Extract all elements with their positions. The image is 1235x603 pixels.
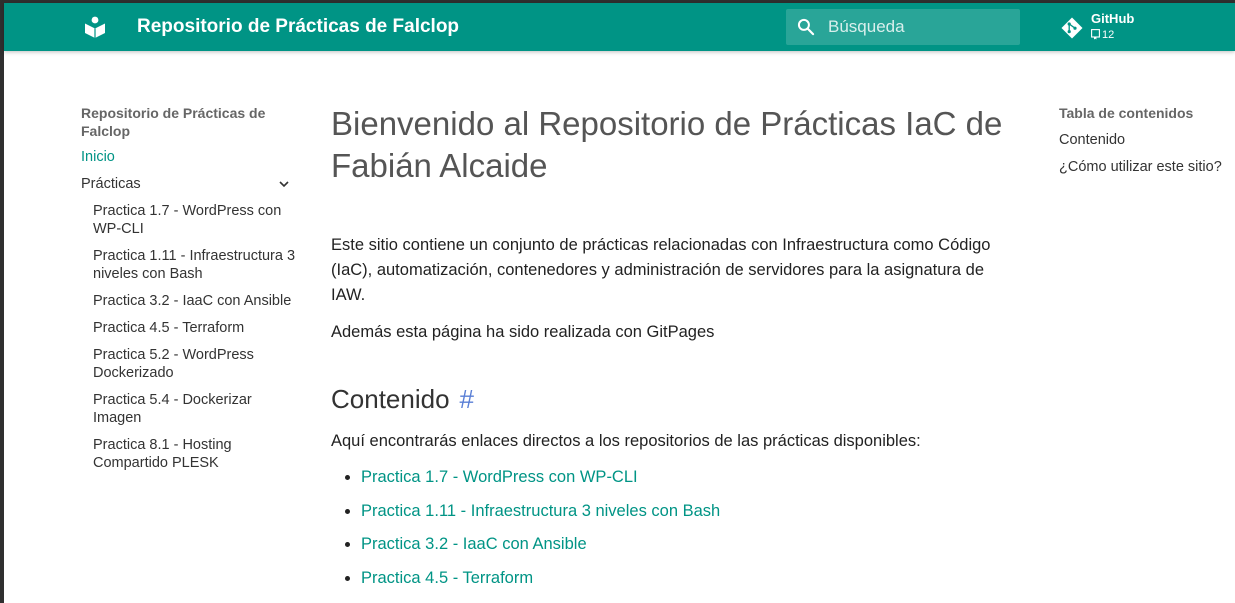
practice-link-3-2[interactable]: Practica 3.2 - IaaC con Ansible (361, 535, 587, 553)
gitpages-note: Además esta página ha sido realizada con… (331, 323, 715, 341)
sidebar-section-label: Prácticas (81, 176, 141, 192)
practice-link-1-11[interactable]: Practica 1.11 - Infraestructura 3 nivele… (361, 502, 720, 520)
repo-count: 12 (1102, 29, 1115, 41)
search-icon (797, 18, 815, 36)
intro-paragraph: Este sitio contiene un conjunto de práct… (331, 236, 991, 304)
section-heading-text: Contenido (331, 384, 450, 414)
window-left-border (0, 0, 4, 603)
list-item: Practica 1.7 - WordPress con WP-CLI (361, 466, 1011, 488)
git-icon (1061, 17, 1083, 39)
sidebar-item-practica-1-7[interactable]: Practica 1.7 - WordPress con WP-CLI (93, 202, 296, 238)
toc-title: Tabla de contenidos (1059, 105, 1194, 121)
github-repo-link[interactable]: GitHub 12 (1060, 9, 1210, 45)
sidebar-item-practica-5-2[interactable]: Practica 5.2 - WordPress Dockerizado (93, 346, 296, 382)
search-box[interactable] (786, 9, 1020, 45)
section-heading-contenido: Contenido # (331, 383, 1011, 415)
repo-stats: 12 (1091, 29, 1114, 41)
list-item: Practica 1.11 - Infraestructura 3 nivele… (361, 500, 1011, 522)
toc-item-contenido[interactable]: Contenido (1059, 131, 1235, 149)
sidebar-item-practica-1-11[interactable]: Practica 1.11 - Infraestructura 3 nivele… (93, 247, 296, 283)
sidebar-item-practica-8-1[interactable]: Practica 8.1 - Hosting Compartido PLESK (93, 436, 296, 472)
sidebar-item-home[interactable]: Inicio (81, 148, 296, 166)
chevron-down-icon (279, 181, 289, 188)
site-header: Repositorio de Prácticas de Falclop GitH… (4, 3, 1235, 51)
sidebar-item-practica-3-2[interactable]: Practica 3.2 - IaaC con Ansible (93, 292, 296, 310)
sidebar-section-practicas[interactable]: Prácticas (81, 175, 296, 193)
section-intro: Aquí encontrarás enlaces directos a los … (331, 432, 921, 450)
site-title[interactable]: Repositorio de Prácticas de Falclop (137, 16, 459, 38)
main-content: Bienvenido al Repositorio de Prácticas I… (331, 103, 1011, 600)
sidebar-subitems: Practica 1.7 - WordPress con WP-CLI Prac… (81, 202, 296, 472)
practice-link-list: Practica 1.7 - WordPress con WP-CLI Prac… (331, 466, 1011, 589)
logo-icon[interactable] (84, 16, 106, 38)
table-of-contents: Tabla de contenidos Contenido ¿Cómo util… (1059, 104, 1235, 185)
repo-icon (1091, 29, 1100, 40)
sidebar-nav: Repositorio de Prácticas de Falclop Inic… (81, 104, 296, 481)
list-item: Practica 3.2 - IaaC con Ansible (361, 533, 1011, 555)
sidebar-item-practica-4-5[interactable]: Practica 4.5 - Terraform (93, 319, 296, 337)
search-input[interactable] (828, 9, 1013, 45)
practice-link-4-5[interactable]: Practica 4.5 - Terraform (361, 569, 533, 587)
sidebar-title: Repositorio de Prácticas de Falclop (81, 105, 266, 139)
toc-item-como-utilizar[interactable]: ¿Cómo utilizar este sitio? (1059, 158, 1235, 176)
list-item: Practica 4.5 - Terraform (361, 567, 1011, 589)
page-title: Bienvenido al Repositorio de Prácticas I… (331, 105, 1003, 184)
practice-link-1-7[interactable]: Practica 1.7 - WordPress con WP-CLI (361, 468, 638, 486)
repo-name: GitHub (1091, 11, 1135, 26)
heading-anchor-link[interactable]: # (460, 384, 474, 414)
sidebar-item-practica-5-4[interactable]: Practica 5.4 - Dockerizar Imagen (93, 391, 296, 427)
